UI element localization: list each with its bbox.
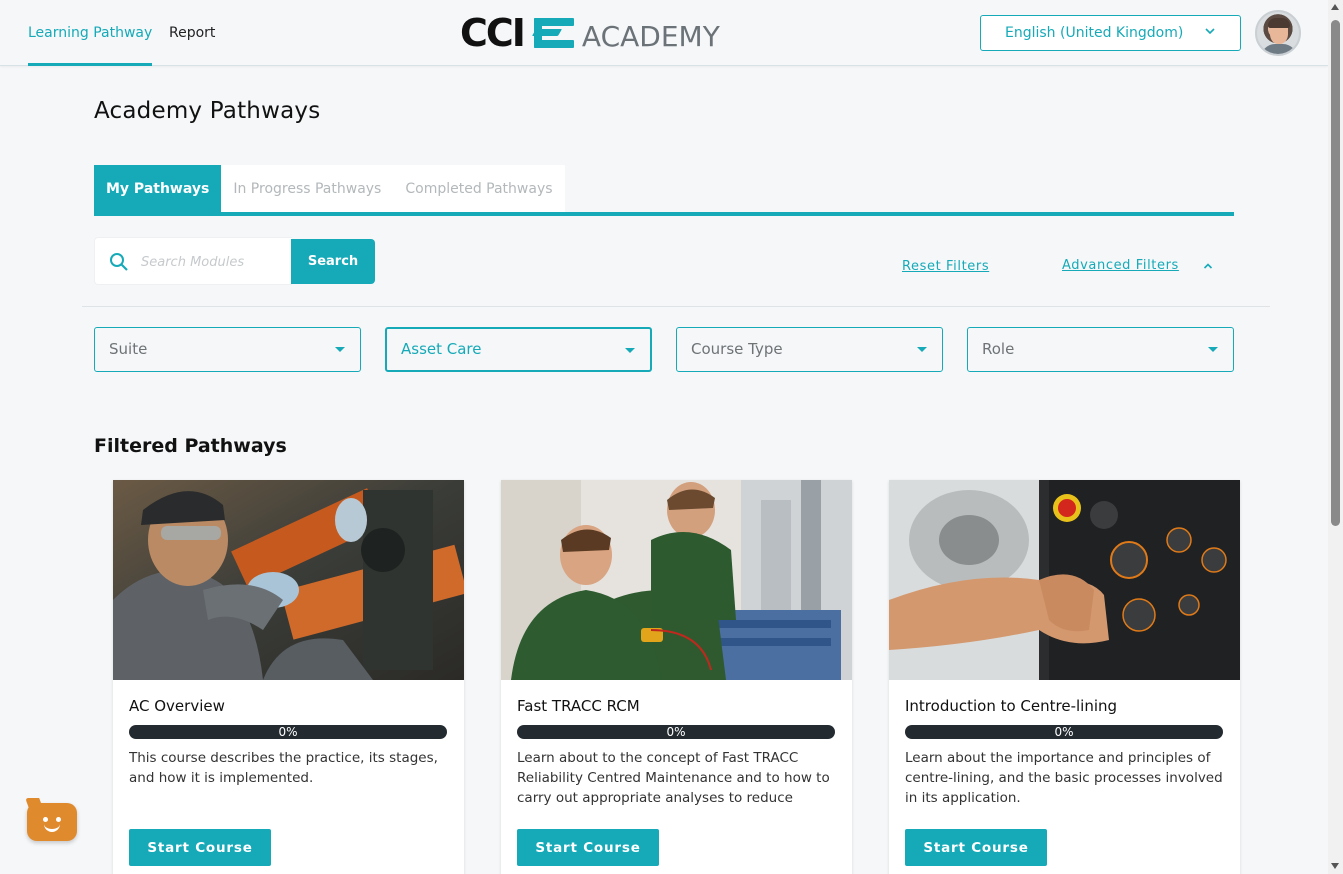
caret-down-icon bbox=[625, 348, 635, 353]
user-avatar[interactable] bbox=[1255, 10, 1301, 56]
chat-bot-icon bbox=[43, 817, 48, 822]
card-progress-bar: 0% bbox=[517, 725, 835, 739]
asset-care-dropdown-label: Asset Care bbox=[401, 340, 482, 358]
card-title: Fast TRACC RCM bbox=[517, 697, 640, 715]
language-select[interactable]: English (United Kingdom) bbox=[980, 15, 1241, 51]
advanced-filters-link[interactable]: Advanced Filters bbox=[1062, 258, 1179, 273]
scroll-down-arrow-icon[interactable] bbox=[1331, 863, 1339, 869]
asset-care-dropdown[interactable]: Asset Care bbox=[385, 327, 652, 372]
pathway-card: Introduction to Centre-lining 0% Learn a… bbox=[889, 480, 1240, 874]
chevron-down-icon bbox=[1205, 28, 1215, 35]
course-type-dropdown[interactable]: Course Type bbox=[676, 327, 943, 372]
card-progress-label: 0% bbox=[278, 725, 298, 739]
card-image-control-panel bbox=[889, 480, 1240, 680]
suite-dropdown-label: Suite bbox=[109, 340, 148, 358]
start-course-button[interactable]: Start Course bbox=[129, 829, 271, 866]
logo-academy-text: ACADEMY bbox=[581, 19, 720, 53]
card-description: Learn about to the concept of Fast TRACC… bbox=[517, 750, 830, 806]
page-scrollbar[interactable] bbox=[1328, 0, 1343, 874]
card-progress-label: 0% bbox=[666, 725, 686, 739]
card-progress-label: 0% bbox=[1054, 725, 1074, 739]
tab-completed-pathways[interactable]: Completed Pathways bbox=[393, 165, 564, 213]
caret-down-icon bbox=[335, 347, 345, 352]
tab-my-pathways[interactable]: My Pathways bbox=[94, 165, 222, 213]
scroll-up-arrow-icon[interactable] bbox=[1331, 4, 1339, 10]
suite-dropdown[interactable]: Suite bbox=[94, 327, 361, 372]
card-progress-bar: 0% bbox=[905, 725, 1223, 739]
chat-bot-eye bbox=[56, 817, 61, 822]
card-description: Learn about the importance and principle… bbox=[905, 750, 1223, 806]
chat-bot-smile bbox=[44, 824, 60, 832]
pathway-card: Fast TRACC RCM 0% Learn about to the con… bbox=[501, 480, 852, 874]
pathway-card: AC Overview 0% This course describes the… bbox=[113, 480, 464, 874]
caret-down-icon bbox=[917, 347, 927, 352]
role-dropdown-label: Role bbox=[982, 340, 1015, 358]
card-image-mechanic bbox=[113, 480, 464, 680]
start-course-button[interactable]: Start Course bbox=[517, 829, 659, 866]
card-progress-bar: 0% bbox=[129, 725, 447, 739]
filters-divider bbox=[82, 306, 1270, 307]
scrollbar-thumb[interactable] bbox=[1331, 20, 1340, 526]
pathway-tabs: My Pathways In Progress Pathways Complet… bbox=[94, 165, 565, 213]
logo-mark-icon bbox=[531, 15, 574, 51]
role-dropdown[interactable]: Role bbox=[967, 327, 1234, 372]
page-title: Academy Pathways bbox=[94, 98, 321, 124]
search-icon bbox=[110, 253, 128, 271]
top-navigation-bar: Learning Pathway Report CCI ACADEMY Engl… bbox=[0, 0, 1328, 66]
card-description: This course describes the practice, its … bbox=[129, 750, 438, 786]
cci-academy-logo[interactable]: CCI ACADEMY bbox=[460, 12, 720, 54]
chat-widget-button[interactable] bbox=[27, 803, 77, 841]
search-button[interactable]: Search bbox=[291, 239, 375, 284]
card-title: AC Overview bbox=[129, 697, 225, 715]
start-course-button[interactable]: Start Course bbox=[905, 829, 1047, 866]
caret-down-icon bbox=[1208, 347, 1218, 352]
chevron-up-icon[interactable] bbox=[1203, 261, 1213, 271]
section-title: Filtered Pathways bbox=[94, 435, 287, 457]
search-input[interactable] bbox=[141, 250, 281, 274]
card-title: Introduction to Centre-lining bbox=[905, 697, 1118, 715]
search-box bbox=[94, 237, 292, 285]
tab-in-progress-pathways[interactable]: In Progress Pathways bbox=[221, 165, 393, 213]
nav-report[interactable]: Report bbox=[169, 0, 215, 66]
nav-learning-pathway[interactable]: Learning Pathway bbox=[28, 0, 153, 66]
logo-wordmark: CCI bbox=[460, 11, 526, 55]
language-select-value: English (United Kingdom) bbox=[1005, 25, 1184, 41]
reset-filters-link[interactable]: Reset Filters bbox=[902, 259, 989, 274]
tabs-underline bbox=[94, 212, 1234, 216]
course-type-dropdown-label: Course Type bbox=[691, 340, 783, 358]
card-image-technicians bbox=[501, 480, 852, 680]
